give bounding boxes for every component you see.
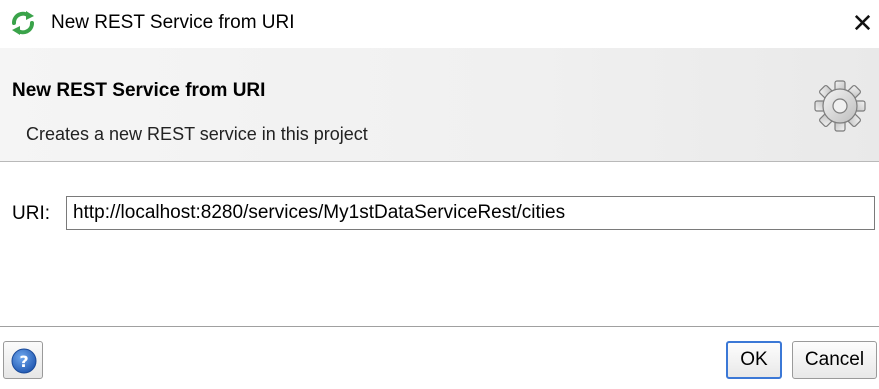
gear-icon: [813, 79, 867, 133]
uri-label: URI:: [12, 203, 50, 224]
close-icon: ✕: [851, 8, 874, 38]
ok-button[interactable]: OK: [726, 341, 782, 379]
cancel-button[interactable]: Cancel: [792, 341, 877, 379]
uri-input[interactable]: [66, 196, 875, 230]
banner-title: New REST Service from URI: [12, 80, 266, 101]
help-button[interactable]: ?: [3, 341, 43, 379]
header-banner: New REST Service from URI Creates a new …: [0, 48, 879, 162]
new-rest-service-dialog: New REST Service from URI ✕ New REST Ser…: [0, 0, 879, 389]
banner-description: Creates a new REST service in this proje…: [26, 124, 368, 144]
svg-text:?: ?: [19, 352, 28, 371]
footer-divider: [0, 326, 879, 327]
title-bar: New REST Service from URI ✕: [0, 0, 879, 48]
close-button[interactable]: ✕: [846, 6, 879, 40]
window-title: New REST Service from URI: [51, 12, 295, 33]
soapui-refresh-icon: [10, 10, 36, 36]
